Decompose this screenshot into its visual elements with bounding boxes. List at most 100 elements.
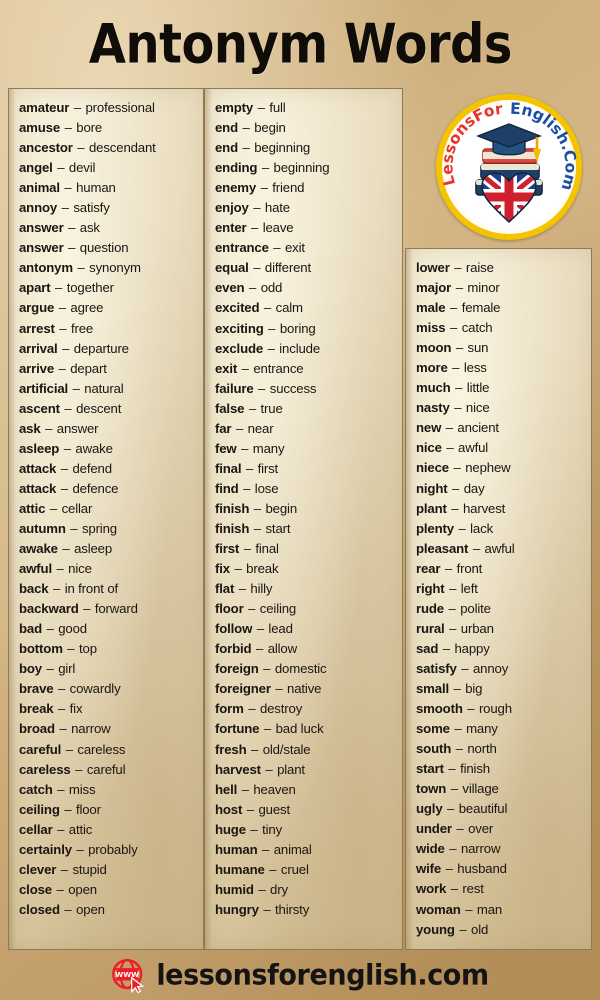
antonym-opposite: lack	[470, 520, 494, 536]
antonym-separator: –	[263, 901, 271, 917]
antonym-row: back – in front of	[19, 579, 203, 599]
antonym-separator: –	[260, 180, 268, 196]
antonym-opposite: dry	[270, 881, 288, 897]
antonym-row: humane – cruel	[215, 860, 402, 880]
antonym-opposite: floor	[75, 801, 101, 817]
antonym-separator: –	[450, 781, 458, 797]
antonym-term: artificial	[19, 380, 69, 396]
antonym-term: moon	[416, 340, 452, 356]
antonym-opposite: exit	[285, 240, 305, 256]
antonym-row: closed – open	[19, 900, 203, 920]
antonym-term: entrance	[215, 240, 269, 256]
antonym-separator: –	[57, 821, 65, 837]
antonym-row: false – true	[215, 399, 402, 419]
antonym-opposite: entrance	[253, 360, 304, 376]
footer: WWW lessonsforenglish.com	[0, 950, 600, 1000]
antonym-row: entrance – exit	[215, 238, 402, 258]
antonym-opposite: good	[58, 621, 87, 637]
antonym-separator: –	[445, 861, 453, 877]
antonym-opposite: begin	[265, 500, 298, 516]
antonym-opposite: boring	[279, 320, 316, 336]
antonym-opposite: true	[260, 400, 283, 416]
antonym-row: equal – different	[215, 258, 402, 278]
antonym-term: failure	[215, 380, 254, 396]
antonym-term: wife	[416, 861, 442, 877]
antonym-row: bad – good	[19, 619, 203, 639]
antonym-term: amateur	[19, 100, 70, 115]
antonym-separator: –	[258, 881, 266, 897]
antonym-row: some – many	[416, 719, 591, 739]
word-list-3: lower – raise major – minor male – female m…	[406, 249, 591, 940]
antonym-opposite: female	[461, 300, 501, 316]
antonym-opposite: hilly	[250, 581, 273, 597]
antonym-separator: –	[60, 480, 68, 496]
antonym-opposite: forward	[94, 601, 138, 617]
antonym-term: finish	[215, 520, 250, 536]
lessonsforenglish-logo[interactable]: LessonsFor English.Com	[436, 94, 582, 240]
antonym-term: apart	[19, 280, 51, 296]
antonym-opposite: girl	[58, 661, 76, 677]
antonym-opposite: departure	[73, 340, 129, 356]
antonym-row: attic – cellar	[19, 499, 203, 519]
antonym-separator: –	[72, 380, 80, 396]
antonym-separator: –	[449, 320, 458, 336]
antonym-row: follow – lead	[215, 619, 402, 639]
antonym-opposite: cowardly	[69, 681, 121, 697]
antonym-opposite: nice	[68, 561, 92, 577]
antonym-opposite: fix	[69, 701, 83, 717]
antonym-term: hell	[215, 781, 238, 797]
antonym-row: wide – narrow	[416, 839, 591, 859]
antonym-term: humid	[215, 881, 254, 897]
antonym-row: artificial – natural	[19, 379, 203, 399]
antonym-separator: –	[446, 440, 454, 456]
antonym-opposite: human	[76, 180, 116, 196]
antonym-separator: –	[243, 480, 251, 496]
antonym-separator: –	[253, 200, 261, 216]
antonym-term: wide	[416, 841, 445, 857]
antonym-row: autumn – spring	[19, 519, 203, 539]
antonym-term: young	[416, 921, 455, 937]
antonym-opposite: many	[252, 440, 285, 456]
antonym-term: angel	[19, 160, 53, 176]
antonym-row: few – many	[215, 439, 402, 459]
antonym-opposite: nice	[465, 400, 490, 416]
antonym-opposite: defence	[72, 480, 119, 496]
antonym-separator: –	[243, 541, 251, 557]
antonym-opposite: synonym	[89, 260, 141, 276]
antonym-separator: –	[265, 761, 273, 777]
antonym-opposite: awake	[75, 440, 113, 456]
antonym-row: annoy – satisfy	[19, 198, 203, 218]
antonym-separator: –	[444, 560, 453, 576]
antonym-row: young – old	[416, 920, 591, 940]
antonym-opposite: domestic	[274, 661, 327, 677]
antonym-opposite: descendant	[89, 140, 156, 156]
antonym-separator: –	[257, 100, 265, 115]
antonym-row: plenty – lack	[416, 519, 591, 539]
antonym-term: pleasant	[416, 540, 469, 556]
antonym-separator: –	[449, 620, 457, 636]
antonym-row: flat – hilly	[215, 579, 402, 599]
antonym-row: awful – nice	[19, 559, 203, 579]
antonym-term: excited	[215, 300, 260, 316]
antonym-separator: –	[454, 400, 462, 416]
antonym-separator: –	[453, 460, 461, 476]
antonym-term: human	[215, 841, 258, 857]
antonym-row: wife – husband	[416, 859, 591, 879]
antonym-separator: –	[445, 420, 453, 436]
antonym-row: ancestor – descendant	[19, 138, 203, 158]
antonym-separator: –	[447, 801, 455, 817]
antonym-opposite: bore	[76, 120, 103, 136]
antonym-row: answer – question	[19, 238, 203, 258]
antonym-opposite: careless	[77, 741, 126, 757]
antonym-opposite: agree	[70, 300, 104, 316]
antonym-term: attack	[19, 480, 57, 496]
antonym-separator: –	[60, 861, 68, 877]
antonym-separator: –	[455, 340, 463, 356]
footer-site-url[interactable]: lessonsforenglish.com	[156, 958, 489, 991]
antonym-separator: –	[55, 280, 63, 296]
antonym-row: apart – together	[19, 278, 203, 298]
antonym-opposite: satisfy	[73, 200, 110, 216]
antonym-opposite: cellar	[61, 500, 93, 516]
antonym-term: miss	[416, 320, 446, 336]
antonym-opposite: full	[269, 100, 286, 115]
